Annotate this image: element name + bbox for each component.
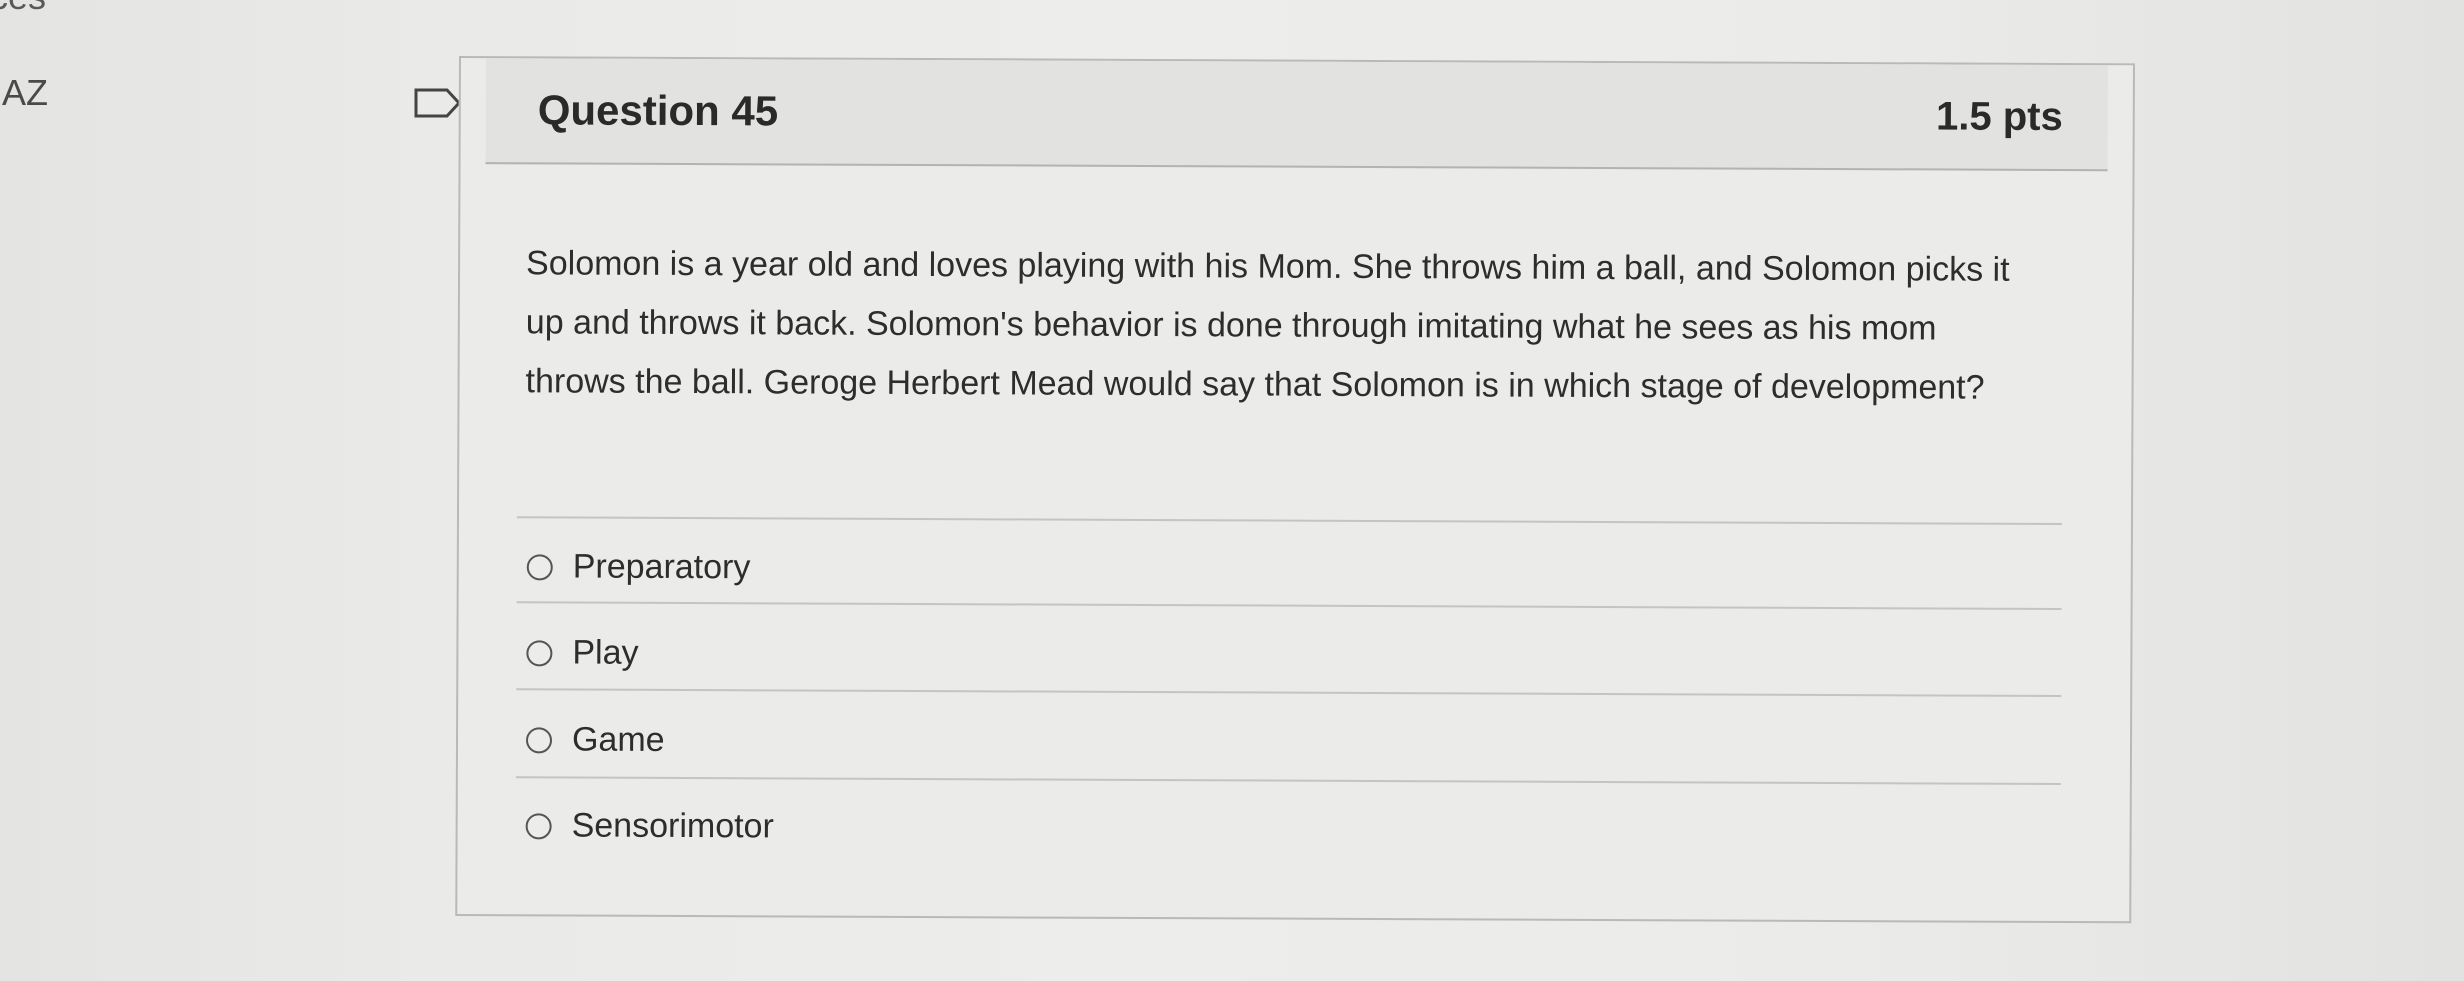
question-card: Question 45 1.5 pts Solomon is a year ol… <box>455 56 2135 924</box>
question-title: Question 45 <box>537 86 779 135</box>
answer-label: Sensorimotor <box>571 806 774 846</box>
answer-divider <box>515 776 2061 785</box>
left-edge-az-label[interactable]: AZ <box>2 72 48 114</box>
left-edge-text-fragment: ces <box>0 0 46 18</box>
answer-label: Play <box>572 633 639 672</box>
answer-option-sensorimotor[interactable]: Sensorimotor <box>525 806 774 846</box>
radio-button-icon[interactable] <box>526 639 553 666</box>
answer-label: Game <box>571 720 665 759</box>
answer-divider <box>516 688 2062 697</box>
radio-button-icon[interactable] <box>525 726 553 753</box>
answer-label: Preparatory <box>572 547 751 587</box>
question-text: Solomon is a year old and loves playing … <box>525 244 2010 407</box>
question-header: Question 45 1.5 pts <box>485 58 2108 172</box>
answer-divider <box>516 601 2062 610</box>
question-points: 1.5 pts <box>1935 93 2063 139</box>
answers-top-divider <box>516 516 2062 525</box>
radio-button-icon[interactable] <box>526 553 553 580</box>
radio-button-icon[interactable] <box>525 812 552 839</box>
answer-option-preparatory[interactable]: Preparatory <box>526 547 751 587</box>
answer-option-play[interactable]: Play <box>526 633 639 672</box>
answer-option-game[interactable]: Game <box>525 720 665 760</box>
flag-question-icon[interactable] <box>413 88 463 118</box>
